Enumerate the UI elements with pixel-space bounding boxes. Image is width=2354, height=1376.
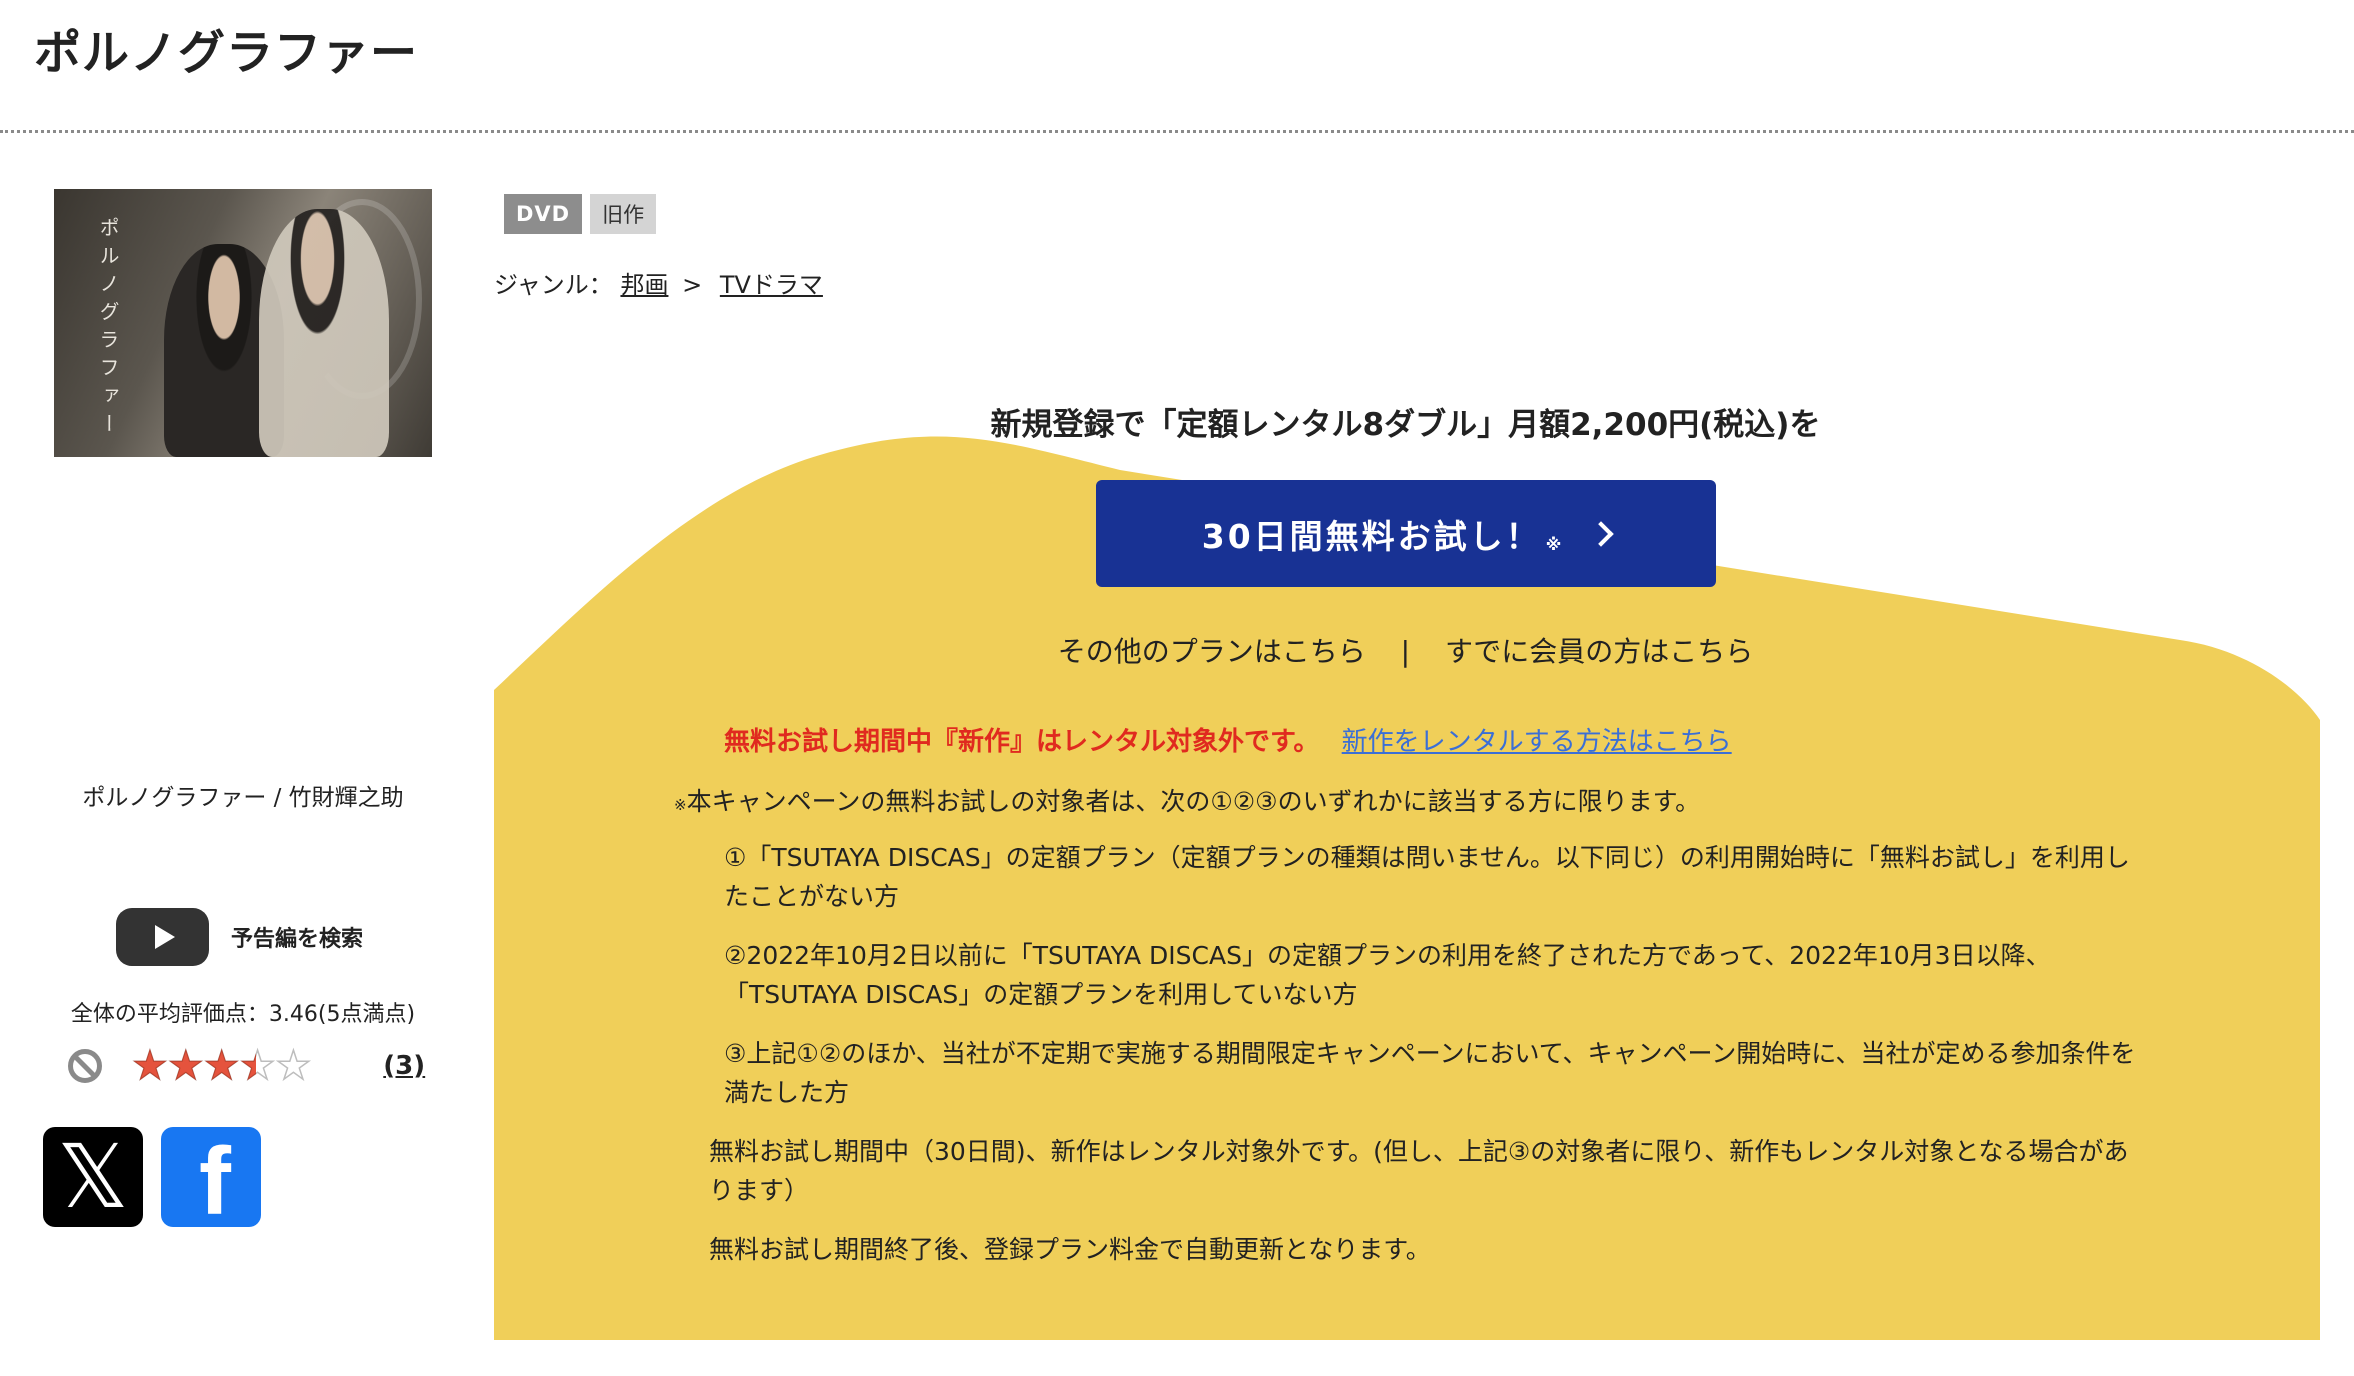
average-rating: 全体の平均評価点：3.46(5点満点) — [70, 1002, 416, 1027]
format-tags: DVD 旧作 — [504, 194, 657, 234]
free-trial-label: 30日間無料お試し！ — [1201, 516, 1542, 556]
cover-vertical-title: ポルノグラファー — [96, 217, 120, 441]
promo-headline: 新規登録で「定額レンタル8ダブル」月額2,200円(税込)を — [990, 407, 1821, 443]
genre-link-child[interactable]: TVドラマ — [720, 271, 823, 299]
prohibited-icon — [68, 1049, 102, 1083]
breadcrumb-separator: > — [682, 271, 703, 299]
term-item: ③上記①②のほか、当社が不定期で実施する期間限定キャンペーンにおいて、キャンペー… — [724, 1039, 2136, 1107]
links-separator: | — [1400, 635, 1411, 668]
free-trial-button[interactable]: 30日間無料お試し！ ※ — [1096, 480, 1716, 587]
note-mark: ※ — [1545, 535, 1565, 554]
trial-note: 無料お試し期間終了後、登録プラン料金で自動更新となります。 — [709, 1235, 1431, 1264]
x-share-button[interactable]: 𝕏 — [43, 1127, 143, 1227]
notice-warning: 無料お試し期間中『新作』はレンタル対象外です。 — [724, 727, 1320, 757]
trial-note: 無料お試し期間中（30日間)、新作はレンタル対象外です。(但し、上記③の対象者に… — [709, 1137, 2129, 1205]
terms-mark: ※ — [674, 796, 687, 814]
star-rating: ★★★★★ ★★★★★ — [131, 1045, 312, 1087]
rating-row: ★★★★★ ★★★★★ (3) — [68, 1045, 425, 1087]
genre-link-parent[interactable]: 邦画 — [620, 271, 668, 299]
cover-image[interactable]: ポルノグラファー — [54, 189, 432, 457]
trailer-search[interactable]: 予告編を検索 — [116, 908, 363, 966]
terms-lead: ※本キャンペーンの無料お試しの対象者は、次の①②③のいずれかに該当する方に限りま… — [674, 782, 1700, 818]
title-cast-caption: ポルノグラファー / 竹財輝之助 — [82, 785, 404, 811]
chevron-right-icon — [1588, 520, 1614, 547]
facebook-share-button[interactable]: f — [161, 1127, 261, 1227]
plan-links: その他のプランはこちら | すでに会員の方はこちら — [494, 630, 2317, 670]
new-release-notice: 無料お試し期間中『新作』はレンタル対象外です。 新作をレンタルする方法はこちら — [724, 721, 1732, 758]
term-item: ②2022年10月2日以前に「TSUTAYA DISCAS」の定額プランの利用を… — [724, 941, 2051, 1009]
status-badge: 旧作 — [590, 194, 657, 234]
star-rating-filled: ★★★★★ — [132, 1046, 256, 1086]
term-item: ①「TSUTAYA DISCAS」の定額プラン（定額プランの種類は問いません。以… — [724, 843, 2130, 911]
new-release-rental-link[interactable]: 新作をレンタルする方法はこちら — [1342, 727, 1732, 757]
review-count-link[interactable]: (3) — [383, 1051, 425, 1081]
genre-breadcrumb: ジャンル： 邦画 > TVドラマ — [494, 265, 823, 300]
x-logo-icon: 𝕏 — [57, 1125, 129, 1228]
member-login-link[interactable]: すでに会員の方はこちら — [1445, 635, 1753, 668]
genre-label: ジャンル： — [494, 271, 613, 299]
trailer-search-label[interactable]: 予告編を検索 — [231, 921, 363, 953]
format-badge: DVD — [504, 194, 583, 234]
cover-figure — [259, 209, 389, 457]
facebook-logo-icon: f — [199, 1127, 231, 1227]
terms-lead-text: 本キャンペーンの無料お試しの対象者は、次の①②③のいずれかに該当する方に限ります… — [686, 787, 1701, 816]
other-plans-link[interactable]: その他のプランはこちら — [1058, 635, 1366, 668]
youtube-play-icon[interactable] — [116, 908, 209, 966]
